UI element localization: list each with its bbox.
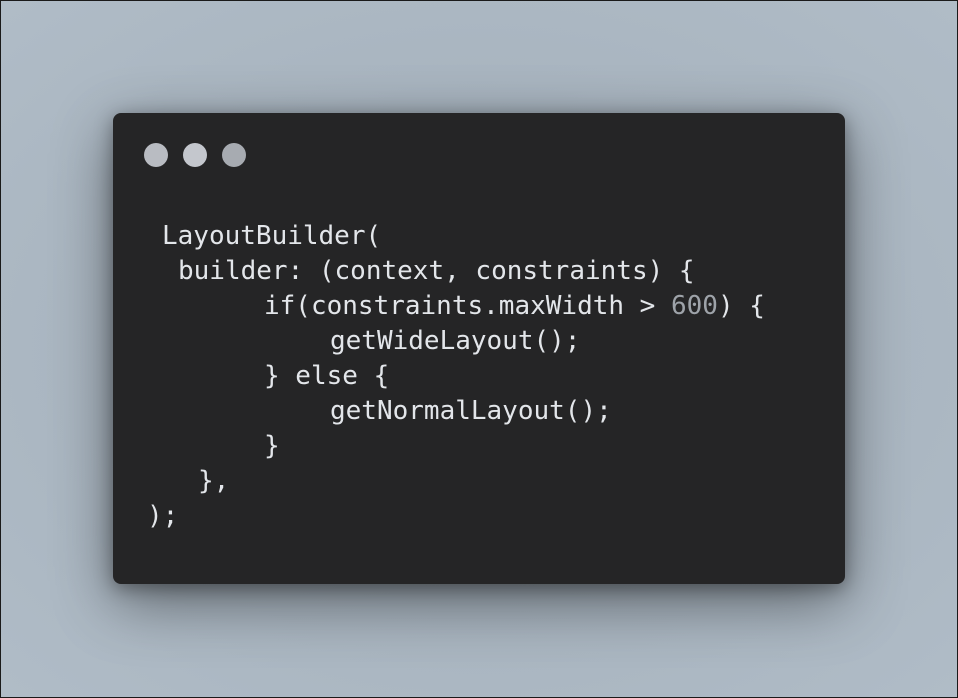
code-line-3: if(constraints.maxWidth > 600) { <box>264 289 765 324</box>
code-line-6: getNormalLayout(); <box>330 396 612 426</box>
window-controls <box>144 143 246 167</box>
code-line-1: LayoutBuilder( <box>162 221 382 251</box>
code-line-5: } else { <box>264 361 390 391</box>
code-number: 600 <box>671 291 718 321</box>
code-line-8: }, <box>198 466 230 496</box>
window-dot-2 <box>183 143 207 167</box>
window-dot-1 <box>144 143 168 167</box>
code-text: ) { <box>717 291 765 321</box>
code-line-9: ); <box>147 501 179 531</box>
code-line-7: } <box>264 431 280 461</box>
code-text: if(constraints.maxWidth > <box>264 291 671 321</box>
code-window: LayoutBuilder( builder: (context, constr… <box>113 113 845 584</box>
code-line-4: getWideLayout(); <box>330 326 581 356</box>
window-dot-3 <box>222 143 246 167</box>
code-line-2: builder: (context, constraints) { <box>178 256 695 286</box>
